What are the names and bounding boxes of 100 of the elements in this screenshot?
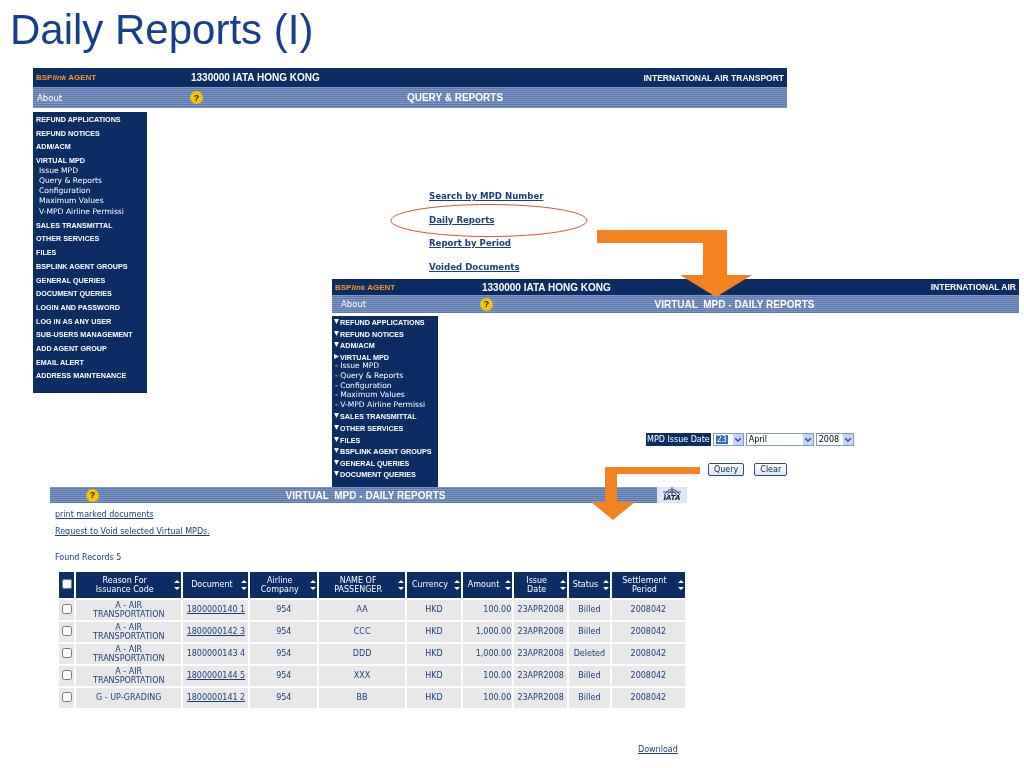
table-cell: HKD — [407, 622, 461, 642]
table-cell: 2008042 — [611, 644, 685, 664]
column-header[interactable]: NAME OF PASSENGER — [319, 572, 406, 598]
sort-icon[interactable] — [559, 579, 566, 591]
year-select[interactable]: 2008 — [815, 433, 854, 446]
agent-name: 1330000 IATA HONG KONG — [482, 281, 611, 293]
table-cell: A - AIR TRANSPORTATION — [76, 600, 182, 620]
month-select[interactable]: April — [745, 433, 814, 446]
column-header[interactable]: Reason For Issuance Code — [76, 572, 182, 598]
table-cell: Billed — [568, 666, 610, 686]
field-label: MPD Issue Date — [646, 433, 711, 446]
table-cell: 954 — [250, 600, 318, 620]
brand-label: BSPlink AGENT — [36, 73, 98, 82]
column-header[interactable]: Airline Company — [250, 572, 318, 598]
row-checkbox[interactable] — [61, 647, 72, 658]
column-header[interactable]: Currency — [407, 572, 461, 598]
table-cell: 954 — [250, 644, 318, 664]
dropdown-icon[interactable] — [842, 434, 853, 445]
sort-icon[interactable] — [505, 579, 512, 591]
table-cell: Deleted — [568, 644, 610, 664]
organization-name: INTERNATIONAL AIR — [930, 282, 1016, 292]
row-checkbox[interactable] — [61, 625, 72, 636]
brand-label: BSPlink AGENT — [335, 282, 397, 292]
agent-name: 1330000 IATA HONG KONG — [191, 72, 320, 83]
sort-icon[interactable] — [241, 579, 248, 591]
table-cell: 23APR2008 — [514, 622, 567, 642]
table-cell: XXX — [319, 666, 406, 686]
row-checkbox[interactable] — [61, 669, 72, 680]
table-cell: Billed — [568, 600, 610, 620]
table-cell: AA — [319, 600, 406, 620]
table-cell: Billed — [568, 688, 610, 708]
sort-icon[interactable] — [453, 579, 460, 591]
table-cell: CCC — [319, 622, 406, 642]
organization-name: INTERNATIONAL AIR TRANSPORT — [643, 72, 784, 83]
dropdown-icon[interactable] — [802, 434, 813, 445]
download-link[interactable]: Download — [638, 744, 687, 756]
page-title: VIRTUAL MPD - DAILY REPORTS — [653, 298, 816, 310]
table-cell: 23APR2008 — [514, 644, 567, 664]
table-cell: 2008042 — [611, 600, 685, 620]
page-title: QUERY & REPORTS — [405, 92, 505, 103]
sort-icon[interactable] — [174, 579, 181, 591]
table-cell: Billed — [568, 622, 610, 642]
column-header[interactable]: Status — [568, 572, 610, 598]
row-checkbox[interactable] — [61, 603, 72, 614]
records-count: Found Records 5 — [55, 552, 123, 564]
table-cell: 100.00 — [462, 688, 513, 708]
document-link[interactable]: 1800000144 5 — [183, 666, 249, 686]
sort-icon[interactable] — [602, 579, 609, 591]
help-button[interactable]: ? — [86, 488, 99, 502]
action-link[interactable]: print marked documents — [55, 509, 687, 521]
report-link[interactable]: Voided Documents — [429, 260, 544, 273]
page-title: VIRTUAL MPD - DAILY REPORTS — [284, 489, 447, 501]
table-cell: 2008042 — [611, 666, 685, 686]
select-all-checkbox[interactable] — [61, 578, 72, 589]
table-cell: A - AIR TRANSPORTATION — [76, 666, 182, 686]
sort-icon[interactable] — [398, 579, 405, 591]
table-cell: 100.00 — [462, 600, 513, 620]
column-header[interactable]: Issue Date — [514, 572, 567, 598]
table-cell: DDD — [319, 644, 406, 664]
action-link[interactable]: Request to Void selected Virtual MPDs. — [55, 526, 687, 538]
report-link[interactable]: Report by Period — [429, 237, 544, 250]
report-link[interactable]: Search by MPD Number — [429, 190, 544, 203]
table-cell: 23APR2008 — [514, 688, 567, 708]
dropdown-icon[interactable] — [732, 434, 743, 445]
table-cell: G - UP-GRADING — [76, 688, 182, 708]
column-header[interactable]: Settlement Period — [611, 572, 685, 598]
clear-button[interactable]: Clear — [754, 463, 788, 476]
table-cell: HKD — [407, 666, 461, 686]
report-link[interactable]: Daily Reports — [429, 213, 544, 226]
help-button[interactable]: ? — [480, 297, 493, 311]
table-cell: 954 — [250, 688, 318, 708]
table-cell: A - AIR TRANSPORTATION — [76, 622, 182, 642]
table-cell: BB — [319, 688, 406, 708]
table-cell: 23APR2008 — [514, 666, 567, 686]
table-cell: 100.00 — [462, 666, 513, 686]
column-header[interactable]: Document — [183, 572, 249, 598]
help-button[interactable]: ? — [190, 91, 203, 104]
query-button[interactable]: Query — [708, 463, 745, 476]
table-cell: 954 — [250, 622, 318, 642]
table-cell: HKD — [407, 644, 461, 664]
document-link[interactable]: 1800000140 1 — [183, 600, 249, 620]
sort-icon[interactable] — [310, 579, 317, 591]
day-select[interactable]: 23 — [712, 433, 744, 446]
table-cell: 1,000.00 — [462, 622, 513, 642]
table-cell: HKD — [407, 688, 461, 708]
table-cell: HKD — [407, 600, 461, 620]
about-link[interactable]: About — [33, 92, 190, 103]
about-link[interactable]: About — [332, 299, 480, 309]
table-cell: 1800000143 4 — [183, 644, 249, 664]
table-cell: 954 — [250, 666, 318, 686]
document-link[interactable]: 1800000141 2 — [183, 688, 249, 708]
slide-title: Daily Reports (I) — [10, 5, 314, 55]
sort-icon[interactable] — [678, 579, 684, 591]
table-cell: 1,000.00 — [462, 644, 513, 664]
document-link[interactable]: 1800000142 3 — [183, 622, 249, 642]
column-header[interactable]: Amount — [462, 572, 513, 598]
table-cell: 2008042 — [611, 688, 685, 708]
table-cell: 2008042 — [611, 622, 685, 642]
table-cell: 23APR2008 — [514, 600, 567, 620]
row-checkbox[interactable] — [61, 691, 72, 702]
